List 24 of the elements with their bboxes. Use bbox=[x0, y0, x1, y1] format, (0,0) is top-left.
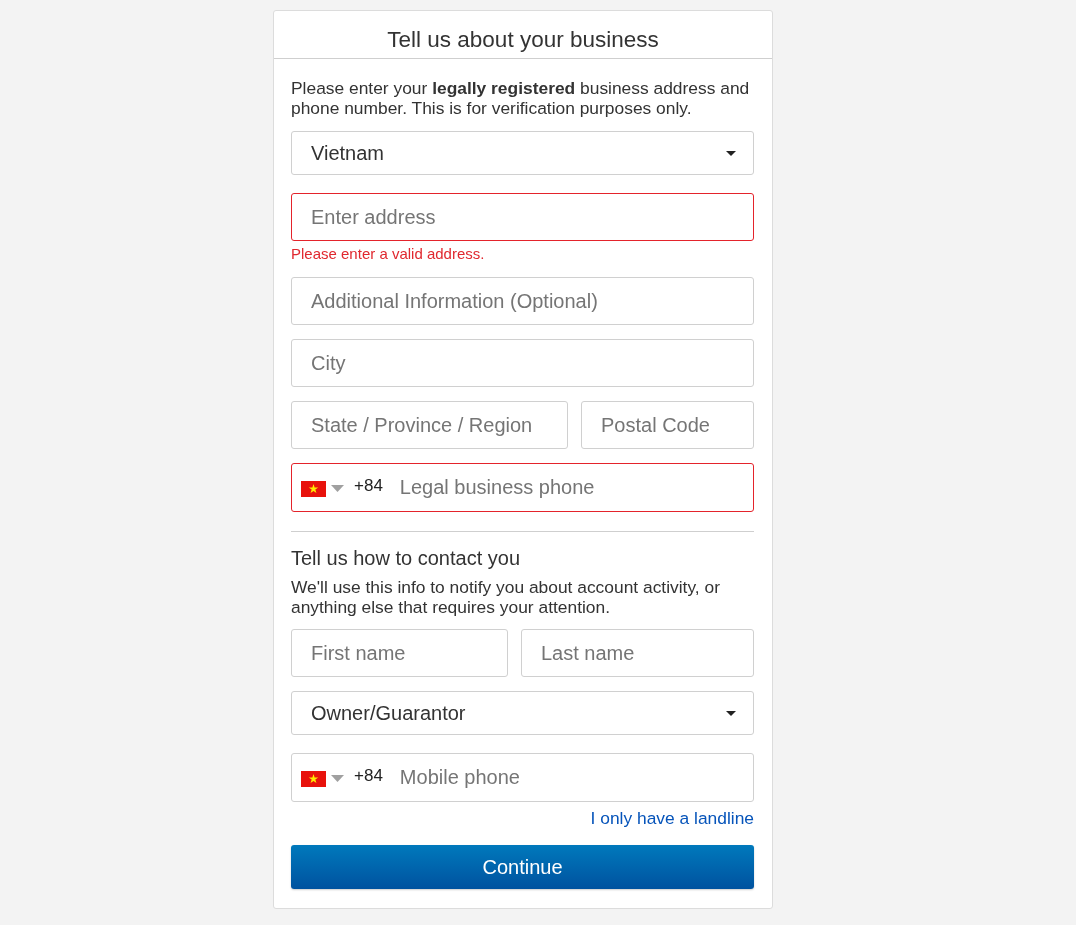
section-heading: Tell us how to contact you bbox=[291, 546, 521, 570]
caret-icon bbox=[726, 710, 736, 716]
phone-input[interactable]: Mobile phone bbox=[399, 754, 753, 801]
dropdown-select[interactable]: Vietnam bbox=[291, 131, 754, 175]
input-field[interactable]: Enter address bbox=[291, 193, 754, 241]
card-title: Tell us about your business bbox=[386, 27, 660, 53]
dial-code: +84 bbox=[354, 476, 383, 496]
caret-icon bbox=[331, 485, 344, 492]
country-code-picker[interactable] bbox=[301, 480, 344, 497]
landline-link[interactable]: I only have a landline bbox=[590, 808, 754, 828]
intro-text: We'll use this info to notify you about account activity, or anything else that requires your attention. bbox=[291, 577, 721, 617]
dial-code: +84 bbox=[354, 766, 383, 786]
country-code-picker[interactable] bbox=[301, 770, 344, 787]
intro-text: Please enter your legally registered business address and phone number. This is for verification purposes only. bbox=[291, 78, 751, 118]
continue-button[interactable]: Continue bbox=[291, 845, 754, 889]
error-message: Please enter a valid address. bbox=[291, 245, 486, 263]
dropdown-select[interactable]: Owner/Guarantor bbox=[291, 691, 754, 735]
phone-field[interactable]: +84 Mobile phone bbox=[291, 753, 754, 802]
caret-icon bbox=[726, 150, 736, 156]
phone-input[interactable]: Legal business phone bbox=[399, 464, 753, 511]
phone-field[interactable]: +84 Legal business phone bbox=[291, 463, 754, 512]
caret-icon bbox=[331, 775, 344, 782]
flag-icon bbox=[301, 480, 326, 497]
flag-icon bbox=[301, 770, 326, 787]
